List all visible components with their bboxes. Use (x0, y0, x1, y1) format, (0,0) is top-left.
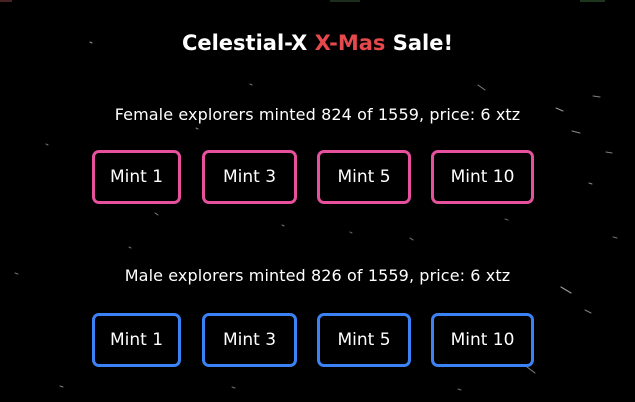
female-mint-status: Female explorers minted 824 of 1559, pri… (114, 105, 521, 124)
female-mint-5-button[interactable]: Mint 5 (317, 150, 411, 204)
female-mint-buttons: Mint 1 Mint 3 Mint 5 Mint 10 (0, 150, 635, 208)
title-accent: X-Mas (314, 31, 386, 55)
female-mint-10-button[interactable]: Mint 10 (431, 150, 534, 204)
title-prefix: Celestial-X (181, 31, 315, 55)
male-mint-1-button[interactable]: Mint 1 (92, 313, 181, 367)
male-mint-status: Male explorers minted 826 of 1559, price… (124, 266, 511, 285)
male-mint-10-button[interactable]: Mint 10 (431, 313, 534, 367)
male-mint-5-button[interactable]: Mint 5 (317, 313, 411, 367)
page-title: Celestial-X X-Mas Sale! (0, 31, 635, 55)
male-mint-3-button[interactable]: Mint 3 (202, 313, 297, 367)
male-mint-buttons: Mint 1 Mint 3 Mint 5 Mint 10 (0, 313, 635, 371)
female-mint-1-button[interactable]: Mint 1 (92, 150, 181, 204)
title-suffix: Sale! (385, 31, 454, 55)
female-mint-3-button[interactable]: Mint 3 (202, 150, 297, 204)
